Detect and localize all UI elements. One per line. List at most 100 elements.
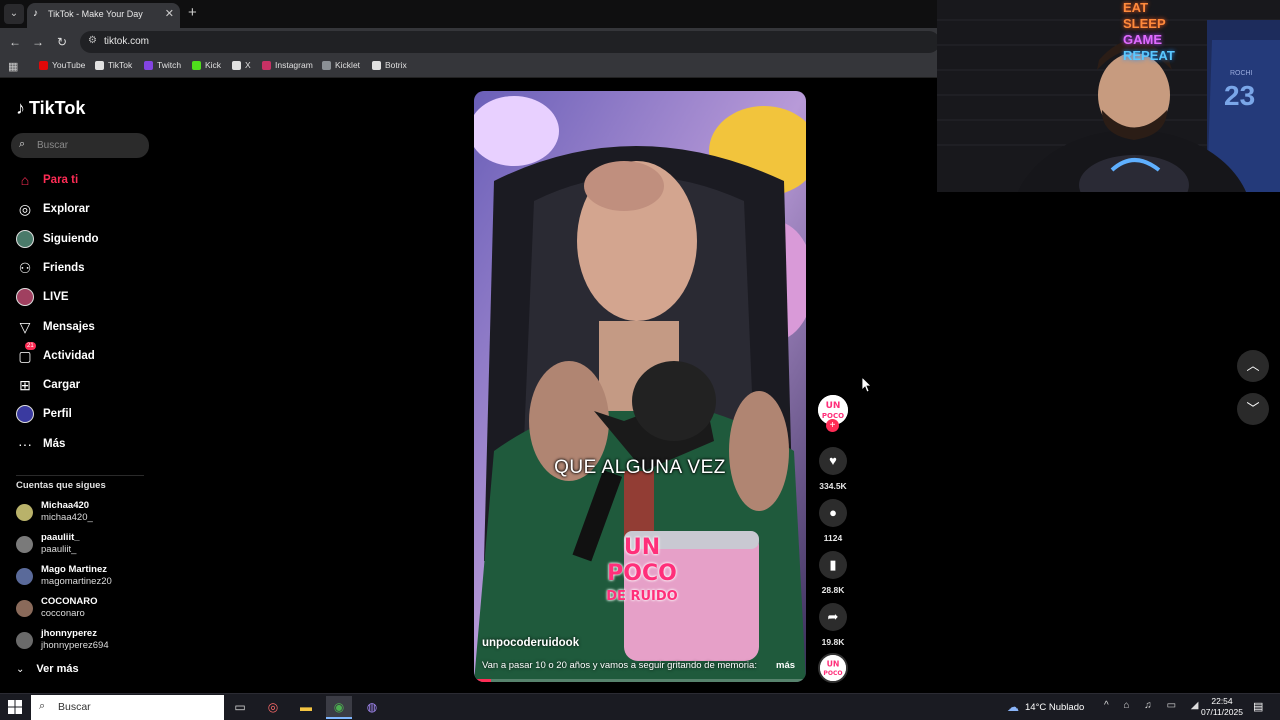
sidebar-item-más[interactable]: ··· Más xyxy=(16,432,146,456)
home-icon: ⌂ xyxy=(20,172,30,188)
followed-account[interactable]: Michaa420 michaa420_ xyxy=(16,500,146,526)
chevron-down-icon: ⌄ xyxy=(16,663,25,675)
close-tab-icon[interactable]: ✕ xyxy=(165,7,174,20)
followed-account[interactable]: Mago Martinez magomartinez20 xyxy=(16,564,146,590)
chrome-icon[interactable]: ◉ xyxy=(326,696,352,719)
save-button[interactable]: ▮ xyxy=(819,551,847,579)
sidebar-item-actividad[interactable]: ▢ 21 Actividad xyxy=(16,341,146,368)
sidebar-item-label: Actividad xyxy=(43,349,95,362)
see-more-accounts-button[interactable]: ⌄ Ver más xyxy=(16,663,79,675)
bookmark-botrix[interactable]: Botrix xyxy=(372,60,407,70)
account-username: jhonnyperez694 xyxy=(41,640,109,651)
sidebar-item-explorar[interactable]: ◎ Explorar xyxy=(16,197,146,221)
sidebar-item-para-ti[interactable]: ⌂ Para ti xyxy=(16,168,146,192)
description-more-button[interactable]: más xyxy=(776,660,795,671)
avatar xyxy=(16,632,33,649)
search-input[interactable] xyxy=(37,137,142,154)
neon-line-3: GAME xyxy=(1123,32,1162,47)
following-avatar-icon xyxy=(16,229,34,248)
follow-plus-icon[interactable]: + xyxy=(826,419,839,432)
sidebar-item-cargar[interactable]: ⊞ Cargar xyxy=(16,373,146,397)
weather-widget[interactable]: ☁ 14°C Nublado xyxy=(1007,700,1084,714)
overlay-logo-line-3: DE RUIDO xyxy=(606,589,678,604)
chevron-down-icon: ﹀ xyxy=(1246,401,1260,416)
weather-text: 14°C Nublado xyxy=(1025,701,1085,713)
sidebar-item-friends[interactable]: ⚇ Friends xyxy=(16,256,146,280)
instagram-icon xyxy=(262,60,271,70)
cloud-icon: ☁ xyxy=(1007,700,1019,714)
overlay-logo-line-1: UN xyxy=(623,535,661,560)
clock[interactable]: 22:54 07/11/2025 xyxy=(1195,696,1249,718)
bookmark-label: YouTube xyxy=(52,60,86,70)
tab-search-button[interactable]: ⌄ xyxy=(4,4,24,24)
new-tab-button[interactable]: + xyxy=(188,4,197,22)
followed-account[interactable]: jhonnyperez jhonnyperez694 xyxy=(16,628,146,654)
next-video-button[interactable]: ﹀ xyxy=(1237,393,1269,425)
forward-button[interactable]: → xyxy=(29,33,47,51)
video-actions: UN POCO + ♥ 334.5K ● 1124 ▮ 28.8K ➦ 19.8K… xyxy=(812,395,854,690)
windows-start-icon[interactable] xyxy=(8,700,22,714)
video-player[interactable]: QUE ALGUNA VEZ UN POCO DE RUIDO unpocode… xyxy=(474,91,806,682)
svg-text:UN: UN xyxy=(827,659,840,668)
avatar xyxy=(16,504,33,521)
bookmark-kick[interactable]: Kick xyxy=(192,60,221,70)
apps-grid-icon[interactable]: ▦ xyxy=(8,60,18,73)
mouse-cursor-icon xyxy=(862,377,872,393)
back-button[interactable]: ← xyxy=(6,33,24,51)
chevron-up-icon: ︿ xyxy=(1246,358,1260,373)
file-explorer-icon[interactable]: ▬ xyxy=(293,696,319,719)
share-count: 19.8K xyxy=(821,637,845,647)
account-name: paauliit_ xyxy=(41,532,80,543)
compass-icon: ◎ xyxy=(18,201,32,218)
send-icon: ▽ xyxy=(19,318,31,335)
sidebar-item-label: Mensajes xyxy=(43,320,95,333)
previous-video-button[interactable]: ︿ xyxy=(1237,350,1269,382)
site-info-icon[interactable]: ⚙ xyxy=(88,35,97,46)
bookmark-tiktok[interactable]: TikTok xyxy=(95,60,132,70)
sidebar-item-live[interactable]: LIVE xyxy=(16,285,146,309)
video-progress-bar[interactable] xyxy=(474,679,806,682)
comment-icon: ● xyxy=(829,505,837,520)
address-bar[interactable]: ⚙ tiktok.com xyxy=(80,31,940,53)
comment-button[interactable]: ● xyxy=(819,499,847,527)
video-caption: QUE ALGUNA VEZ xyxy=(554,457,726,478)
followed-account[interactable]: COCONARO cocconaro xyxy=(16,596,146,622)
notification-badge: 21 xyxy=(25,341,36,350)
share-arrow-icon: ➦ xyxy=(827,609,839,624)
bookmark-label: X xyxy=(245,60,251,70)
system-tray-icons[interactable]: ^ ⌂ ♫ ▭ ◢ xyxy=(1104,700,1204,711)
account-name: jhonnyperez xyxy=(41,628,97,639)
browser-tab[interactable]: ♪ TikTok - Make Your Day ✕ xyxy=(27,3,180,28)
followed-account[interactable]: paauliit_ paauliit_ xyxy=(16,532,146,558)
like-button[interactable]: ♥ xyxy=(819,447,847,475)
tiktok-favicon-icon: ♪ xyxy=(33,8,38,19)
sidebar-item-label: Perfil xyxy=(43,408,72,421)
video-author[interactable]: unpocoderuidook xyxy=(482,637,579,649)
account-name: Michaa420 xyxy=(41,500,90,511)
neon-line-2: SLEEP xyxy=(1123,16,1166,31)
task-view-icon[interactable]: ▭ xyxy=(227,696,253,719)
bookmark-kicklet[interactable]: Kicklet xyxy=(322,60,360,70)
sidebar-item-mensajes[interactable]: ▽ Mensajes xyxy=(16,315,146,339)
music-disc[interactable]: UN POCO xyxy=(818,653,848,683)
tiktok-logo[interactable]: ♪ TikTok xyxy=(16,98,85,119)
search-box[interactable]: ⌕ xyxy=(11,133,149,158)
reload-button[interactable]: ↻ xyxy=(53,33,71,51)
taskbar-search[interactable]: ⌕ Buscar xyxy=(31,695,224,720)
upload-icon: ⊞ xyxy=(19,377,31,394)
x-icon xyxy=(232,60,241,70)
bookmark-twitch[interactable]: Twitch xyxy=(144,60,181,70)
tab-title: TikTok - Make Your Day xyxy=(48,9,143,19)
svg-text:POCO: POCO xyxy=(823,670,842,677)
share-button[interactable]: ➦ xyxy=(819,603,847,631)
notifications-icon[interactable]: ▤ xyxy=(1253,700,1263,713)
sidebar-item-label: Para ti xyxy=(43,174,79,186)
bookmark-youtube[interactable]: YouTube xyxy=(39,60,85,70)
discord-icon[interactable]: ◍ xyxy=(359,696,385,719)
bookmark-x[interactable]: X xyxy=(232,60,251,70)
app-icon-1[interactable]: ◎ xyxy=(260,696,286,719)
bookmark-instagram[interactable]: Instagram xyxy=(262,60,313,70)
sidebar-item-label: Explorar xyxy=(43,203,90,216)
sidebar-item-siguiendo[interactable]: Siguiendo xyxy=(16,227,146,251)
sidebar-item-perfil[interactable]: Perfil xyxy=(16,402,146,426)
